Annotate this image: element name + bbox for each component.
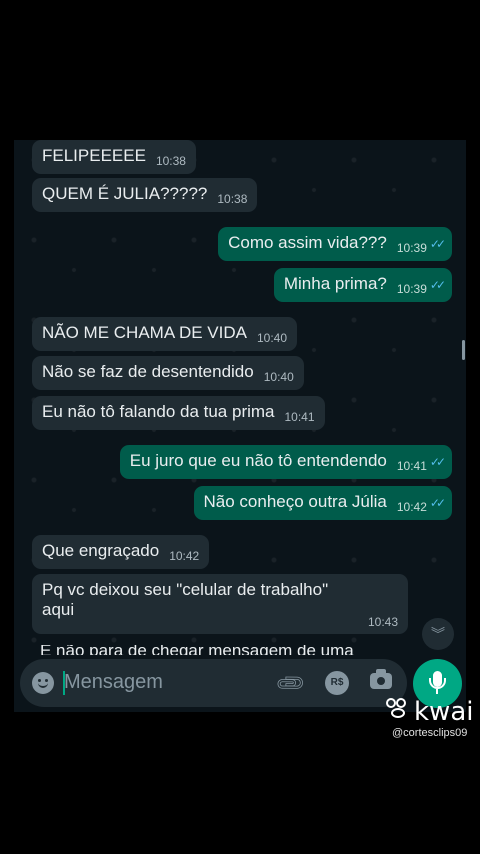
message-bubble[interactable]: Eu não tô falando da tua prima 10:41 xyxy=(32,396,325,430)
message-bubble[interactable]: QUEM É JULIA????? 10:38 xyxy=(32,178,258,212)
watermark-handle: @cortesclips09 xyxy=(392,727,468,739)
message-time: 10:39 xyxy=(396,241,427,255)
message-text: Eu não tô falando da tua prima xyxy=(42,402,275,421)
message-input[interactable]: Mensagem xyxy=(64,671,163,694)
message-bubble[interactable]: Minha prima? 10:39 ✓✓ xyxy=(273,268,452,302)
message-text: QUEM É JULIA????? xyxy=(42,184,208,203)
message-bubble[interactable]: Como assim vida??? 10:39 ✓✓ xyxy=(218,227,452,261)
read-receipt-icon: ✓✓ xyxy=(429,496,446,510)
partial-message: E não para de chegar mensagem de uma xyxy=(40,645,400,655)
message-time: 10:42 xyxy=(396,500,427,514)
message-time: 10:41 xyxy=(396,459,427,473)
message-bubble[interactable]: Não se faz de desentendido 10:40 xyxy=(32,356,304,390)
message-bubble[interactable]: Pq vc deixou seu "celular de trabalho" a… xyxy=(32,574,408,634)
message-text: E não para de chegar mensagem de uma xyxy=(40,645,354,655)
payment-icon[interactable]: R$ xyxy=(325,671,349,695)
message-composer[interactable]: Mensagem 📎︎ R$ xyxy=(20,659,407,707)
message-text: Como assim vida??? xyxy=(228,233,387,252)
message-time: 10:39 xyxy=(396,282,427,296)
scrollbar[interactable] xyxy=(462,340,465,360)
paperclip-icon[interactable]: 📎︎ xyxy=(273,666,309,702)
message-text: Eu juro que eu não tô entendendo xyxy=(129,451,387,470)
message-text: NÃO ME CHAMA DE VIDA xyxy=(42,323,247,342)
message-text: Não conheço outra Júlia xyxy=(203,492,387,511)
read-receipt-icon: ✓✓ xyxy=(429,278,446,292)
message-bubble[interactable]: NÃO ME CHAMA DE VIDA 10:40 xyxy=(32,317,298,351)
camera-icon[interactable] xyxy=(370,669,392,689)
message-bubble[interactable]: Que engraçado 10:42 xyxy=(32,535,210,569)
scroll-down-button[interactable]: ︾ xyxy=(422,618,454,650)
message-time: 10:38 xyxy=(217,192,248,206)
message-text: Pq vc deixou seu "celular de trabalho" a… xyxy=(42,580,329,619)
chat-area: FELIPEEEEE 10:38 QUEM É JULIA????? 10:38 C… xyxy=(14,140,466,712)
message-text: FELIPEEEEE xyxy=(42,146,146,165)
microphone-icon xyxy=(429,671,446,694)
message-time: 10:40 xyxy=(256,331,288,345)
message-time: 10:42 xyxy=(169,549,200,563)
message-time: 10:40 xyxy=(263,370,294,384)
message-bubble[interactable]: FELIPEEEEE 10:38 xyxy=(32,140,196,174)
kwai-logo-icon xyxy=(386,698,414,724)
watermark-brand: kwai xyxy=(414,697,474,727)
message-bubble[interactable]: Não conheço outra Júlia 10:42 ✓✓ xyxy=(193,486,452,520)
message-bubble[interactable]: Eu juro que eu não tô entendendo 10:41 ✓✓ xyxy=(119,445,452,479)
emoji-icon[interactable] xyxy=(32,672,54,694)
message-text: Minha prima? xyxy=(283,274,387,293)
message-time: 10:38 xyxy=(155,154,186,168)
message-text: Não se faz de desentendido xyxy=(42,362,254,381)
read-receipt-icon: ✓✓ xyxy=(429,455,446,469)
message-time: 10:43 xyxy=(367,615,398,629)
message-time: 10:41 xyxy=(284,410,315,424)
message-text: Que engraçado xyxy=(42,541,160,560)
read-receipt-icon: ✓✓ xyxy=(429,237,446,251)
chevron-double-down-icon: ︾ xyxy=(431,626,445,642)
